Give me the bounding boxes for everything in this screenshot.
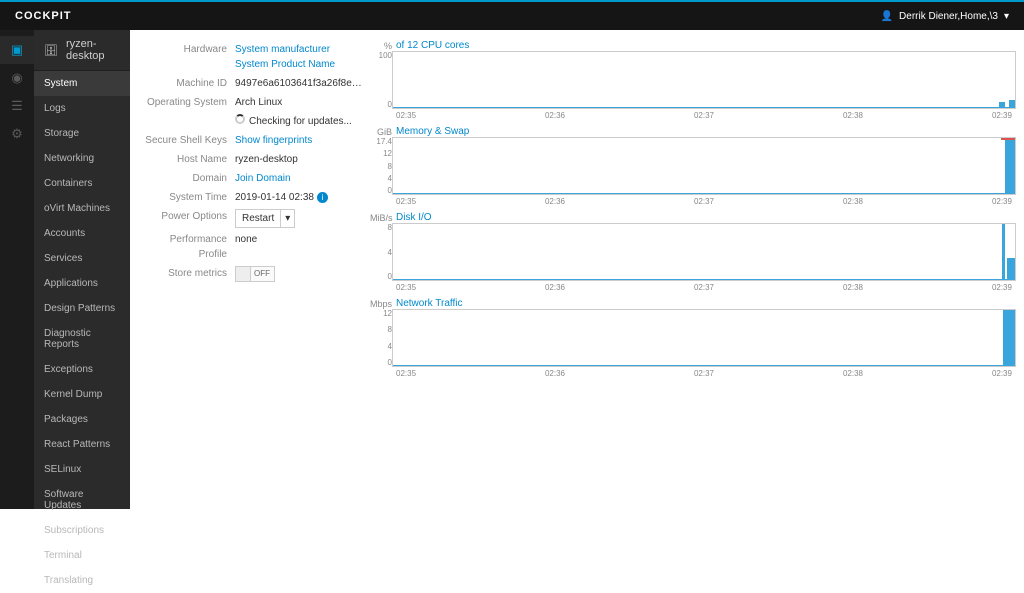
- network-chart: MbpsNetwork Traffic 12840 02:3502:3602:3…: [370, 298, 1016, 378]
- machine-id-value: 9497e6a6103641f3a26f8ea4...: [235, 76, 365, 91]
- x-tick: 02:39: [992, 197, 1012, 206]
- x-tick: 02:37: [694, 197, 714, 206]
- rail-storage-icon[interactable]: ☰: [0, 92, 34, 120]
- machine-id-label: Machine ID: [140, 76, 235, 91]
- system-info-panel: Hardware System manufacturer System Prod…: [130, 40, 370, 509]
- systime-value[interactable]: 2019-01-14 02:38i: [235, 190, 365, 205]
- sidebar-item-networking[interactable]: Networking: [34, 146, 130, 171]
- rail-dashboard-icon[interactable]: ▣: [0, 36, 34, 64]
- cpu-chart-title[interactable]: of 12 CPU cores: [396, 40, 469, 51]
- memory-chart: GiBMemory & Swap 17.412840 02:3502:3602:…: [370, 126, 1016, 206]
- x-tick: 02:39: [992, 283, 1012, 292]
- x-tick: 02:35: [396, 283, 416, 292]
- sidebar-item-design-patterns[interactable]: Design Patterns: [34, 296, 130, 321]
- x-tick: 02:35: [396, 369, 416, 378]
- sidebar-item-exceptions[interactable]: Exceptions: [34, 357, 130, 382]
- sidebar-item-accounts[interactable]: Accounts: [34, 221, 130, 246]
- sidebar-item-services[interactable]: Services: [34, 246, 130, 271]
- metrics-toggle[interactable]: OFF: [235, 266, 275, 282]
- domain-label: Domain: [140, 171, 235, 186]
- sidebar-item-react-patterns[interactable]: React Patterns: [34, 432, 130, 457]
- hardware-label: Hardware: [140, 42, 235, 72]
- ssh-label: Secure Shell Keys: [140, 133, 235, 148]
- restart-button[interactable]: Restart: [235, 209, 281, 228]
- brand-logo: COCKPIT: [15, 10, 72, 22]
- sidebar-item-selinux[interactable]: SELinux: [34, 457, 130, 482]
- x-tick: 02:35: [396, 111, 416, 120]
- sidebar-item-ovirt-machines[interactable]: oVirt Machines: [34, 196, 130, 221]
- user-icon: 👤: [881, 11, 893, 22]
- chevron-down-icon: ▾: [1004, 11, 1009, 22]
- sidebar-item-applications[interactable]: Applications: [34, 271, 130, 296]
- hardware-link[interactable]: System manufacturer System Product Name: [235, 42, 365, 72]
- systime-label: System Time: [140, 190, 235, 205]
- x-tick: 02:38: [843, 111, 863, 120]
- rail-network-icon[interactable]: ⚙: [0, 120, 34, 148]
- sidebar-item-logs[interactable]: Logs: [34, 96, 130, 121]
- hostname-value: ryzen-desktop: [235, 152, 365, 167]
- top-bar: COCKPIT 👤 Derrik Diener,Home,\3 ▾: [0, 0, 1024, 30]
- x-tick: 02:38: [843, 369, 863, 378]
- sidebar-item-storage[interactable]: Storage: [34, 121, 130, 146]
- os-value: Arch Linux: [235, 95, 365, 110]
- rail-dashboard2-icon[interactable]: ◉: [0, 64, 34, 92]
- x-tick: 02:36: [545, 197, 565, 206]
- info-icon[interactable]: i: [317, 192, 328, 203]
- sidebar: 🗄 ryzen-desktop SystemLogsStorageNetwork…: [34, 30, 130, 509]
- profile-label: Performance Profile: [140, 232, 235, 262]
- metrics-label: Store metrics: [140, 266, 235, 282]
- x-tick: 02:39: [992, 369, 1012, 378]
- nav-rail: ▣ ◉ ☰ ⚙: [0, 30, 34, 509]
- memory-chart-title[interactable]: Memory & Swap: [396, 126, 469, 137]
- disk-chart-title[interactable]: Disk I/O: [396, 212, 432, 223]
- server-icon: 🗄: [44, 44, 58, 57]
- user-menu[interactable]: 👤 Derrik Diener,Home,\3 ▾: [881, 11, 1009, 22]
- profile-value: none: [235, 232, 365, 262]
- x-tick: 02:36: [545, 369, 565, 378]
- sidebar-item-subscriptions[interactable]: Subscriptions: [34, 518, 130, 543]
- sidebar-item-translating[interactable]: Translating: [34, 568, 130, 593]
- os-label: Operating System: [140, 95, 235, 110]
- x-tick: 02:37: [694, 283, 714, 292]
- x-tick: 02:36: [545, 111, 565, 120]
- x-tick: 02:35: [396, 197, 416, 206]
- spinner-icon: [235, 114, 245, 124]
- x-tick: 02:36: [545, 283, 565, 292]
- ssh-fingerprints-link[interactable]: Show fingerprints: [235, 133, 365, 148]
- network-chart-title[interactable]: Network Traffic: [396, 298, 463, 309]
- host-header[interactable]: 🗄 ryzen-desktop: [34, 30, 130, 71]
- disk-chart: MiB/sDisk I/O 840 02:3502:3602:3702:3802…: [370, 212, 1016, 292]
- x-tick: 02:38: [843, 283, 863, 292]
- user-label: Derrik Diener,Home,\3: [899, 11, 998, 22]
- host-name: ryzen-desktop: [66, 38, 120, 62]
- charts-panel: %of 12 CPU cores 1000 02:3502:3602:3702:…: [370, 40, 1024, 509]
- x-tick: 02:39: [992, 111, 1012, 120]
- power-dropdown-caret[interactable]: ▾: [281, 209, 295, 228]
- power-label: Power Options: [140, 209, 235, 228]
- x-tick: 02:37: [694, 369, 714, 378]
- sidebar-item-containers[interactable]: Containers: [34, 171, 130, 196]
- sidebar-item-packages[interactable]: Packages: [34, 407, 130, 432]
- sidebar-item-terminal[interactable]: Terminal: [34, 543, 130, 568]
- sidebar-item-system[interactable]: System: [34, 71, 130, 96]
- sidebar-item-kernel-dump[interactable]: Kernel Dump: [34, 382, 130, 407]
- hostname-label: Host Name: [140, 152, 235, 167]
- x-tick: 02:38: [843, 197, 863, 206]
- x-tick: 02:37: [694, 111, 714, 120]
- join-domain-link[interactable]: Join Domain: [235, 171, 365, 186]
- updates-status: Checking for updates...: [235, 114, 365, 129]
- cpu-chart: %of 12 CPU cores 1000 02:3502:3602:3702:…: [370, 40, 1016, 120]
- sidebar-item-diagnostic-reports[interactable]: Diagnostic Reports: [34, 321, 130, 357]
- sidebar-item-software-updates[interactable]: Software Updates: [34, 482, 130, 518]
